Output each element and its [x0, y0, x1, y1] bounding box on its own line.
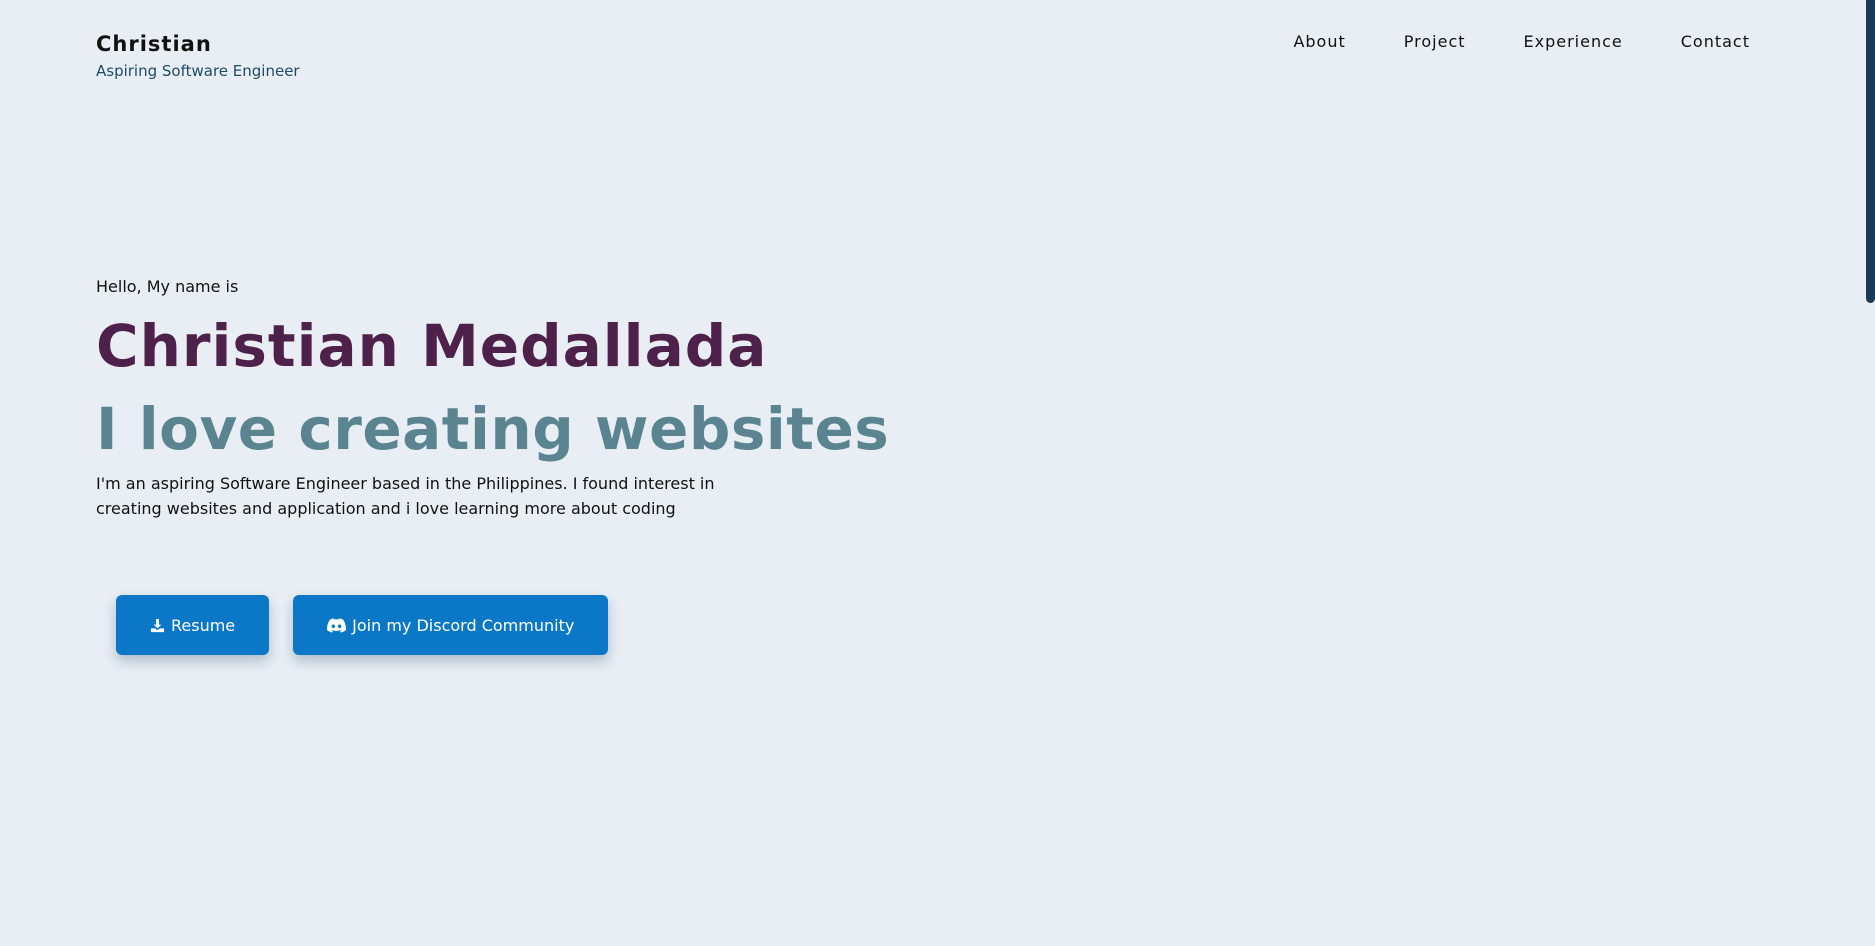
main-nav: About Project Experience Contact: [1235, 31, 1750, 53]
hero-description: I'm an aspiring Software Engineer based …: [96, 474, 715, 518]
hero-actions: Resume Join my Discord Community: [116, 595, 609, 655]
nav-contact[interactable]: Contact: [1681, 31, 1750, 53]
brand-tagline: Aspiring Software Engineer: [96, 62, 300, 80]
hero-name: Christian Medallada: [96, 312, 768, 380]
scrollbar-track[interactable]: [1866, 0, 1875, 946]
brand-name[interactable]: Christian: [96, 30, 300, 58]
hero-section: Hello, My name is Christian Medallada I …: [96, 276, 996, 521]
download-icon: [150, 618, 165, 633]
brand: Christian Aspiring Software Engineer: [96, 30, 300, 81]
nav-about[interactable]: About: [1293, 31, 1345, 53]
discord-button[interactable]: Join my Discord Community: [293, 595, 609, 655]
nav-project[interactable]: Project: [1404, 31, 1466, 53]
discord-icon: [327, 617, 347, 633]
resume-button[interactable]: Resume: [116, 595, 270, 655]
nav-experience[interactable]: Experience: [1524, 31, 1623, 53]
hero-greeting: Hello, My name is: [96, 277, 239, 296]
discord-button-label: Join my Discord Community: [352, 615, 575, 635]
scrollbar-thumb[interactable]: [1866, 0, 1875, 303]
page: Christian Aspiring Software Engineer Abo…: [0, 0, 1866, 946]
hero-headline: I love creating websites: [96, 395, 890, 463]
resume-button-label: Resume: [171, 615, 236, 635]
